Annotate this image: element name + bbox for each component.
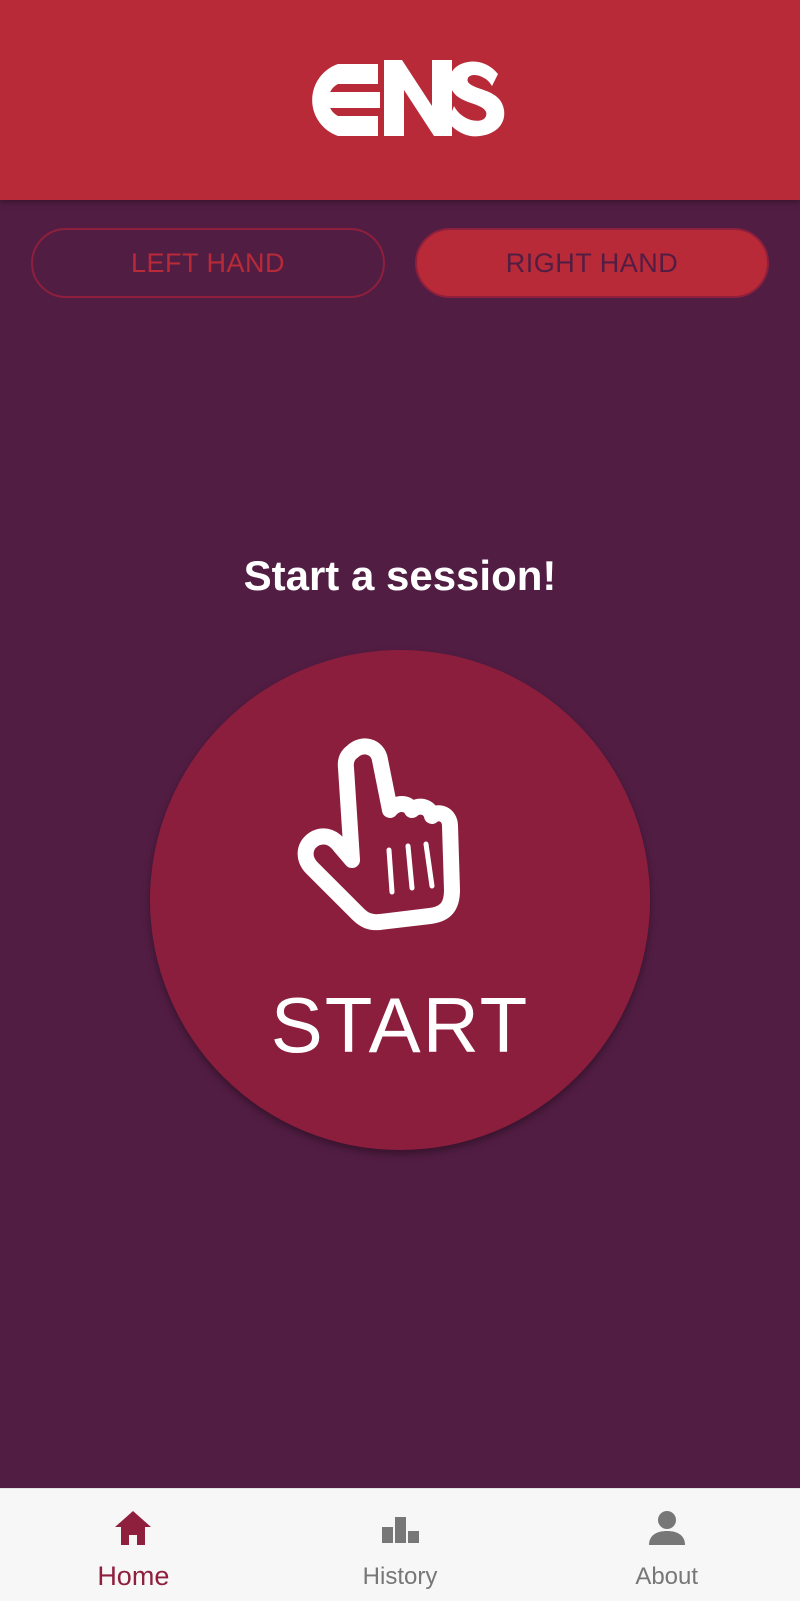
bottom-navigation: Home History About xyxy=(0,1488,800,1601)
start-button[interactable]: START xyxy=(150,650,650,1150)
bar-chart-icon xyxy=(382,1517,419,1543)
left-hand-toggle[interactable]: LEFT HAND xyxy=(31,228,385,298)
right-hand-label: RIGHT HAND xyxy=(505,247,679,278)
start-label: START xyxy=(270,981,530,1069)
nav-label-about: About xyxy=(635,1563,699,1590)
person-icon xyxy=(648,1511,685,1545)
cns-logo xyxy=(312,60,505,137)
left-hand-label: LEFT HAND xyxy=(130,247,286,278)
app-header xyxy=(0,0,800,200)
nav-item-history[interactable]: History xyxy=(267,1489,534,1601)
pointing-hand-icon xyxy=(297,738,460,931)
session-prompt: Start a session! xyxy=(243,552,557,599)
nav-item-home[interactable]: Home xyxy=(0,1489,267,1601)
home-icon xyxy=(115,1511,152,1545)
nav-item-about[interactable]: About xyxy=(533,1489,800,1601)
nav-label-home: Home xyxy=(97,1561,170,1591)
right-hand-toggle[interactable]: RIGHT HAND xyxy=(415,228,769,298)
nav-label-history: History xyxy=(362,1563,438,1590)
